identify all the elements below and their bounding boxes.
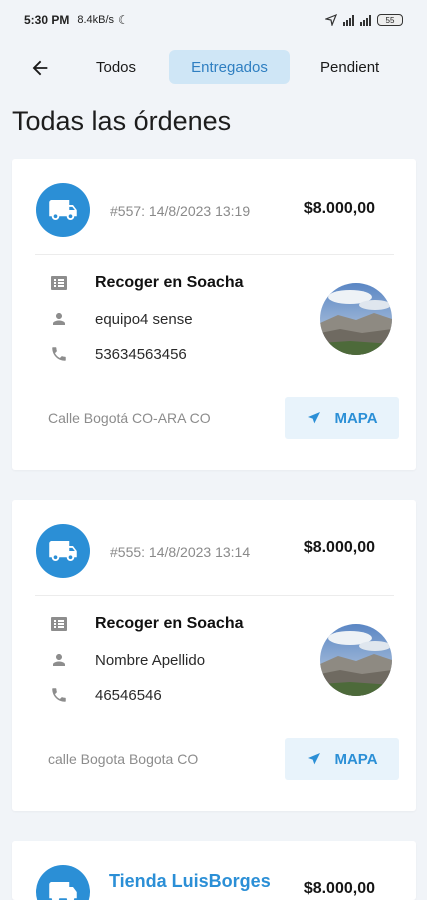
truck-icon bbox=[49, 882, 77, 900]
pickup-title: Recoger en Soacha bbox=[95, 274, 244, 291]
page-title: Todas las órdenes bbox=[12, 106, 232, 136]
order-id-date: #557: 14/8/2023 13:19 bbox=[110, 203, 251, 219]
status-network-speed: 8.4kB/s bbox=[77, 14, 115, 26]
customer-row: equipo4 sense bbox=[48, 308, 193, 330]
order-address: Calle Bogotá CO-ARA CO bbox=[48, 410, 211, 426]
customer-row: Nombre Apellido bbox=[48, 649, 205, 671]
truck-icon bbox=[49, 541, 77, 561]
location-icon bbox=[325, 14, 337, 26]
phone-row: 46546546 bbox=[48, 684, 162, 706]
arrow-left-icon bbox=[32, 60, 48, 76]
phone-icon bbox=[48, 684, 70, 706]
card-divider bbox=[35, 254, 394, 255]
back-button[interactable] bbox=[28, 56, 52, 80]
signal-icon-2 bbox=[360, 14, 371, 26]
customer-name: Nombre Apellido bbox=[95, 651, 206, 669]
list-icon bbox=[48, 613, 70, 635]
order-card[interactable]: #555: 14/8/2023 13:14 $8.000,00 Recoger … bbox=[12, 500, 416, 811]
customer-phone: 53634563456 bbox=[95, 345, 187, 363]
order-price: $8.000,00 bbox=[303, 880, 375, 897]
customer-phone: 46546546 bbox=[95, 686, 162, 704]
status-time: 5:30 PM bbox=[24, 13, 70, 27]
navigation-arrow-icon bbox=[308, 412, 321, 424]
map-button[interactable]: MAPA bbox=[285, 738, 399, 780]
phone-icon bbox=[48, 343, 70, 365]
store-name: Tienda LuisBorges bbox=[109, 871, 271, 891]
order-address: calle Bogota Bogota CO bbox=[48, 751, 199, 767]
top-nav: Todos Entregados Pendient bbox=[0, 48, 427, 88]
tab-todos[interactable]: Todos bbox=[82, 50, 150, 84]
location-photo bbox=[320, 283, 392, 355]
tab-entregados[interactable]: Entregados bbox=[169, 50, 290, 84]
phone-row: 53634563456 bbox=[48, 343, 187, 365]
do-not-disturb-icon: ☾ bbox=[118, 13, 129, 27]
truck-icon-badge bbox=[36, 865, 90, 900]
pickup-row: Recoger en Soacha bbox=[48, 272, 244, 294]
card-divider bbox=[35, 595, 394, 596]
location-photo bbox=[320, 624, 392, 696]
list-icon bbox=[48, 272, 70, 294]
map-button[interactable]: MAPA bbox=[285, 397, 399, 439]
status-bar: 5:30 PM 8.4kB/s ☾ 55 bbox=[0, 0, 427, 40]
tab-pendientes[interactable]: Pendient bbox=[310, 50, 427, 84]
truck-icon-badge bbox=[36, 183, 90, 237]
battery-icon: 55 bbox=[377, 14, 403, 26]
status-indicators: 55 bbox=[325, 14, 403, 26]
customer-name: equipo4 sense bbox=[95, 310, 193, 328]
order-price: $8.000,00 bbox=[303, 539, 375, 556]
order-card[interactable]: Tienda LuisBorges $8.000,00 bbox=[12, 841, 416, 900]
person-icon bbox=[48, 308, 70, 330]
map-button-label: MAPA bbox=[334, 750, 378, 768]
order-card[interactable]: #557: 14/8/2023 13:19 $8.000,00 Recoger … bbox=[12, 159, 416, 470]
order-id-date: #555: 14/8/2023 13:14 bbox=[110, 544, 251, 560]
truck-icon-badge bbox=[36, 524, 90, 578]
navigation-arrow-icon bbox=[308, 753, 321, 765]
truck-icon bbox=[49, 200, 77, 220]
order-price: $8.000,00 bbox=[303, 200, 375, 217]
person-icon bbox=[48, 649, 70, 671]
signal-icon bbox=[343, 14, 354, 26]
pickup-title: Recoger en Soacha bbox=[95, 615, 244, 632]
pickup-row: Recoger en Soacha bbox=[48, 613, 244, 635]
map-button-label: MAPA bbox=[334, 409, 378, 427]
